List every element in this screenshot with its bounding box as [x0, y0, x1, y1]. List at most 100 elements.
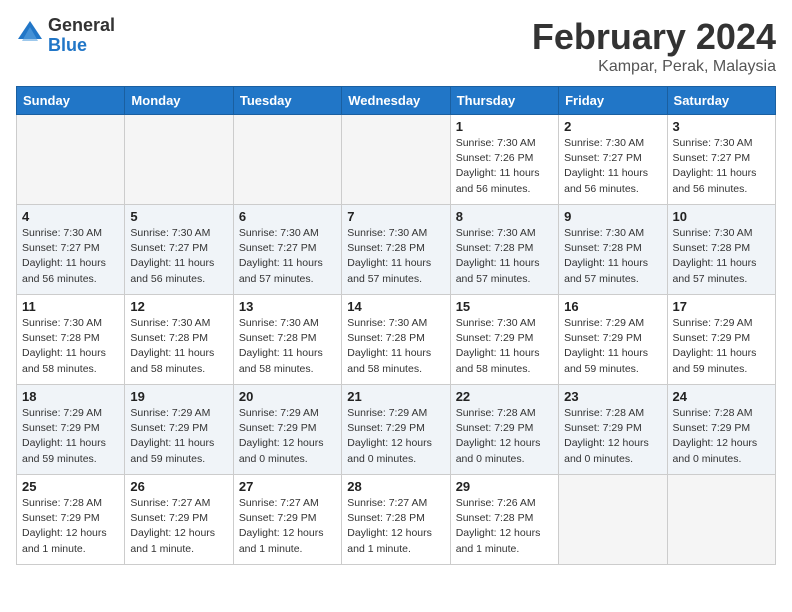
calendar-day-cell: 6 Sunrise: 7:30 AMSunset: 7:27 PMDaylight…: [233, 205, 341, 295]
day-info: Sunrise: 7:28 AMSunset: 7:29 PMDaylight:…: [564, 406, 661, 467]
day-number: 16: [564, 299, 661, 314]
day-number: 15: [456, 299, 553, 314]
calendar-day-cell: 27 Sunrise: 7:27 AMSunset: 7:29 PMDayligh…: [233, 475, 341, 565]
logo-text: General Blue: [48, 16, 115, 56]
day-info: Sunrise: 7:30 AMSunset: 7:28 PMDaylight:…: [347, 226, 444, 287]
calendar-day-cell: 26 Sunrise: 7:27 AMSunset: 7:29 PMDayligh…: [125, 475, 233, 565]
day-number: 18: [22, 389, 119, 404]
header: General Blue February 2024 Kampar, Perak…: [16, 16, 776, 76]
day-number: 20: [239, 389, 336, 404]
logo-line1: General: [48, 16, 115, 36]
day-number: 2: [564, 119, 661, 134]
day-info: Sunrise: 7:29 AMSunset: 7:29 PMDaylight:…: [673, 316, 770, 377]
title-area: February 2024 Kampar, Perak, Malaysia: [532, 16, 776, 76]
weekday-header: Thursday: [450, 87, 558, 115]
calendar-day-cell: 16Sunrise: 7:29 AMSunset: 7:29 PMDayligh…: [559, 295, 667, 385]
day-info: Sunrise: 7:29 AMSunset: 7:29 PMDaylight:…: [22, 406, 119, 467]
day-info: Sunrise: 7:30 AMSunset: 7:28 PMDaylight:…: [564, 226, 661, 287]
day-info: Sunrise: 7:30 AMSunset: 7:27 PMDaylight:…: [239, 226, 336, 287]
day-number: 19: [130, 389, 227, 404]
calendar-day-cell: 2Sunrise: 7:30 AMSunset: 7:27 PMDaylight…: [559, 115, 667, 205]
day-number: 6: [239, 209, 336, 224]
day-number: 10: [673, 209, 770, 224]
calendar-day-cell: 4 Sunrise: 7:30 AMSunset: 7:27 PMDaylight…: [17, 205, 125, 295]
day-info: Sunrise: 7:27 AMSunset: 7:28 PMDaylight:…: [347, 496, 444, 557]
day-number: 12: [130, 299, 227, 314]
calendar-day-cell: 23 Sunrise: 7:28 AMSunset: 7:29 PMDayligh…: [559, 385, 667, 475]
calendar-day-cell: 13Sunrise: 7:30 AMSunset: 7:28 PMDayligh…: [233, 295, 341, 385]
calendar-day-cell: [233, 115, 341, 205]
calendar-day-cell: [667, 475, 775, 565]
calendar-day-cell: 5Sunrise: 7:30 AMSunset: 7:27 PMDaylight…: [125, 205, 233, 295]
day-info: Sunrise: 7:28 AMSunset: 7:29 PMDaylight:…: [456, 406, 553, 467]
calendar-day-cell: 22 Sunrise: 7:28 AMSunset: 7:29 PMDayligh…: [450, 385, 558, 475]
calendar-day-cell: 24Sunrise: 7:28 AMSunset: 7:29 PMDayligh…: [667, 385, 775, 475]
calendar-day-cell: 18 Sunrise: 7:29 AMSunset: 7:29 PMDayligh…: [17, 385, 125, 475]
day-number: 24: [673, 389, 770, 404]
calendar-day-cell: 11Sunrise: 7:30 AMSunset: 7:28 PMDayligh…: [17, 295, 125, 385]
calendar-day-cell: 29 Sunrise: 7:26 AMSunset: 7:28 PMDayligh…: [450, 475, 558, 565]
day-info: Sunrise: 7:30 AMSunset: 7:26 PMDaylight:…: [456, 136, 553, 197]
calendar-header-row: SundayMondayTuesdayWednesdayThursdayFrid…: [17, 87, 776, 115]
calendar-week-row: 4 Sunrise: 7:30 AMSunset: 7:27 PMDaylight…: [17, 205, 776, 295]
day-number: 17: [673, 299, 770, 314]
day-number: 14: [347, 299, 444, 314]
calendar-week-row: 1 Sunrise: 7:30 AMSunset: 7:26 PMDaylight…: [17, 115, 776, 205]
day-info: Sunrise: 7:30 AMSunset: 7:27 PMDaylight:…: [673, 136, 770, 197]
logo: General Blue: [16, 16, 115, 56]
day-info: Sunrise: 7:30 AMSunset: 7:27 PMDaylight:…: [22, 226, 119, 287]
weekday-header: Friday: [559, 87, 667, 115]
calendar-day-cell: [559, 475, 667, 565]
day-info: Sunrise: 7:27 AMSunset: 7:29 PMDaylight:…: [239, 496, 336, 557]
day-info: Sunrise: 7:29 AMSunset: 7:29 PMDaylight:…: [347, 406, 444, 467]
calendar-week-row: 18 Sunrise: 7:29 AMSunset: 7:29 PMDayligh…: [17, 385, 776, 475]
calendar-day-cell: [17, 115, 125, 205]
day-info: Sunrise: 7:30 AMSunset: 7:28 PMDaylight:…: [347, 316, 444, 377]
calendar-day-cell: 21 Sunrise: 7:29 AMSunset: 7:29 PMDayligh…: [342, 385, 450, 475]
day-number: 21: [347, 389, 444, 404]
calendar-day-cell: 15 Sunrise: 7:30 AMSunset: 7:29 PMDayligh…: [450, 295, 558, 385]
day-number: 22: [456, 389, 553, 404]
day-info: Sunrise: 7:30 AMSunset: 7:29 PMDaylight:…: [456, 316, 553, 377]
calendar-day-cell: [125, 115, 233, 205]
day-number: 26: [130, 479, 227, 494]
day-number: 9: [564, 209, 661, 224]
day-number: 13: [239, 299, 336, 314]
logo-icon: [16, 19, 44, 52]
day-number: 27: [239, 479, 336, 494]
day-info: Sunrise: 7:26 AMSunset: 7:28 PMDaylight:…: [456, 496, 553, 557]
calendar-day-cell: 14 Sunrise: 7:30 AMSunset: 7:28 PMDayligh…: [342, 295, 450, 385]
calendar-day-cell: 25Sunrise: 7:28 AMSunset: 7:29 PMDayligh…: [17, 475, 125, 565]
calendar-day-cell: 28Sunrise: 7:27 AMSunset: 7:28 PMDayligh…: [342, 475, 450, 565]
logo-line2: Blue: [48, 36, 115, 56]
calendar-week-row: 25Sunrise: 7:28 AMSunset: 7:29 PMDayligh…: [17, 475, 776, 565]
day-number: 29: [456, 479, 553, 494]
weekday-header: Tuesday: [233, 87, 341, 115]
calendar-day-cell: [342, 115, 450, 205]
calendar-day-cell: 8Sunrise: 7:30 AMSunset: 7:28 PMDaylight…: [450, 205, 558, 295]
calendar-title: February 2024: [532, 16, 776, 58]
day-number: 1: [456, 119, 553, 134]
day-number: 5: [130, 209, 227, 224]
day-number: 23: [564, 389, 661, 404]
day-number: 25: [22, 479, 119, 494]
day-info: Sunrise: 7:29 AMSunset: 7:29 PMDaylight:…: [130, 406, 227, 467]
calendar-week-row: 11Sunrise: 7:30 AMSunset: 7:28 PMDayligh…: [17, 295, 776, 385]
day-info: Sunrise: 7:29 AMSunset: 7:29 PMDaylight:…: [239, 406, 336, 467]
day-number: 4: [22, 209, 119, 224]
calendar-day-cell: 1 Sunrise: 7:30 AMSunset: 7:26 PMDaylight…: [450, 115, 558, 205]
calendar-day-cell: 3Sunrise: 7:30 AMSunset: 7:27 PMDaylight…: [667, 115, 775, 205]
weekday-header: Sunday: [17, 87, 125, 115]
calendar-day-cell: 17 Sunrise: 7:29 AMSunset: 7:29 PMDayligh…: [667, 295, 775, 385]
calendar-table: SundayMondayTuesdayWednesdayThursdayFrid…: [16, 86, 776, 565]
calendar-day-cell: 7 Sunrise: 7:30 AMSunset: 7:28 PMDaylight…: [342, 205, 450, 295]
weekday-header: Saturday: [667, 87, 775, 115]
day-info: Sunrise: 7:30 AMSunset: 7:28 PMDaylight:…: [22, 316, 119, 377]
day-number: 7: [347, 209, 444, 224]
calendar-day-cell: 12Sunrise: 7:30 AMSunset: 7:28 PMDayligh…: [125, 295, 233, 385]
day-info: Sunrise: 7:30 AMSunset: 7:28 PMDaylight:…: [673, 226, 770, 287]
calendar-day-cell: 10 Sunrise: 7:30 AMSunset: 7:28 PMDayligh…: [667, 205, 775, 295]
weekday-header: Wednesday: [342, 87, 450, 115]
day-info: Sunrise: 7:27 AMSunset: 7:29 PMDaylight:…: [130, 496, 227, 557]
calendar-subtitle: Kampar, Perak, Malaysia: [532, 58, 776, 76]
